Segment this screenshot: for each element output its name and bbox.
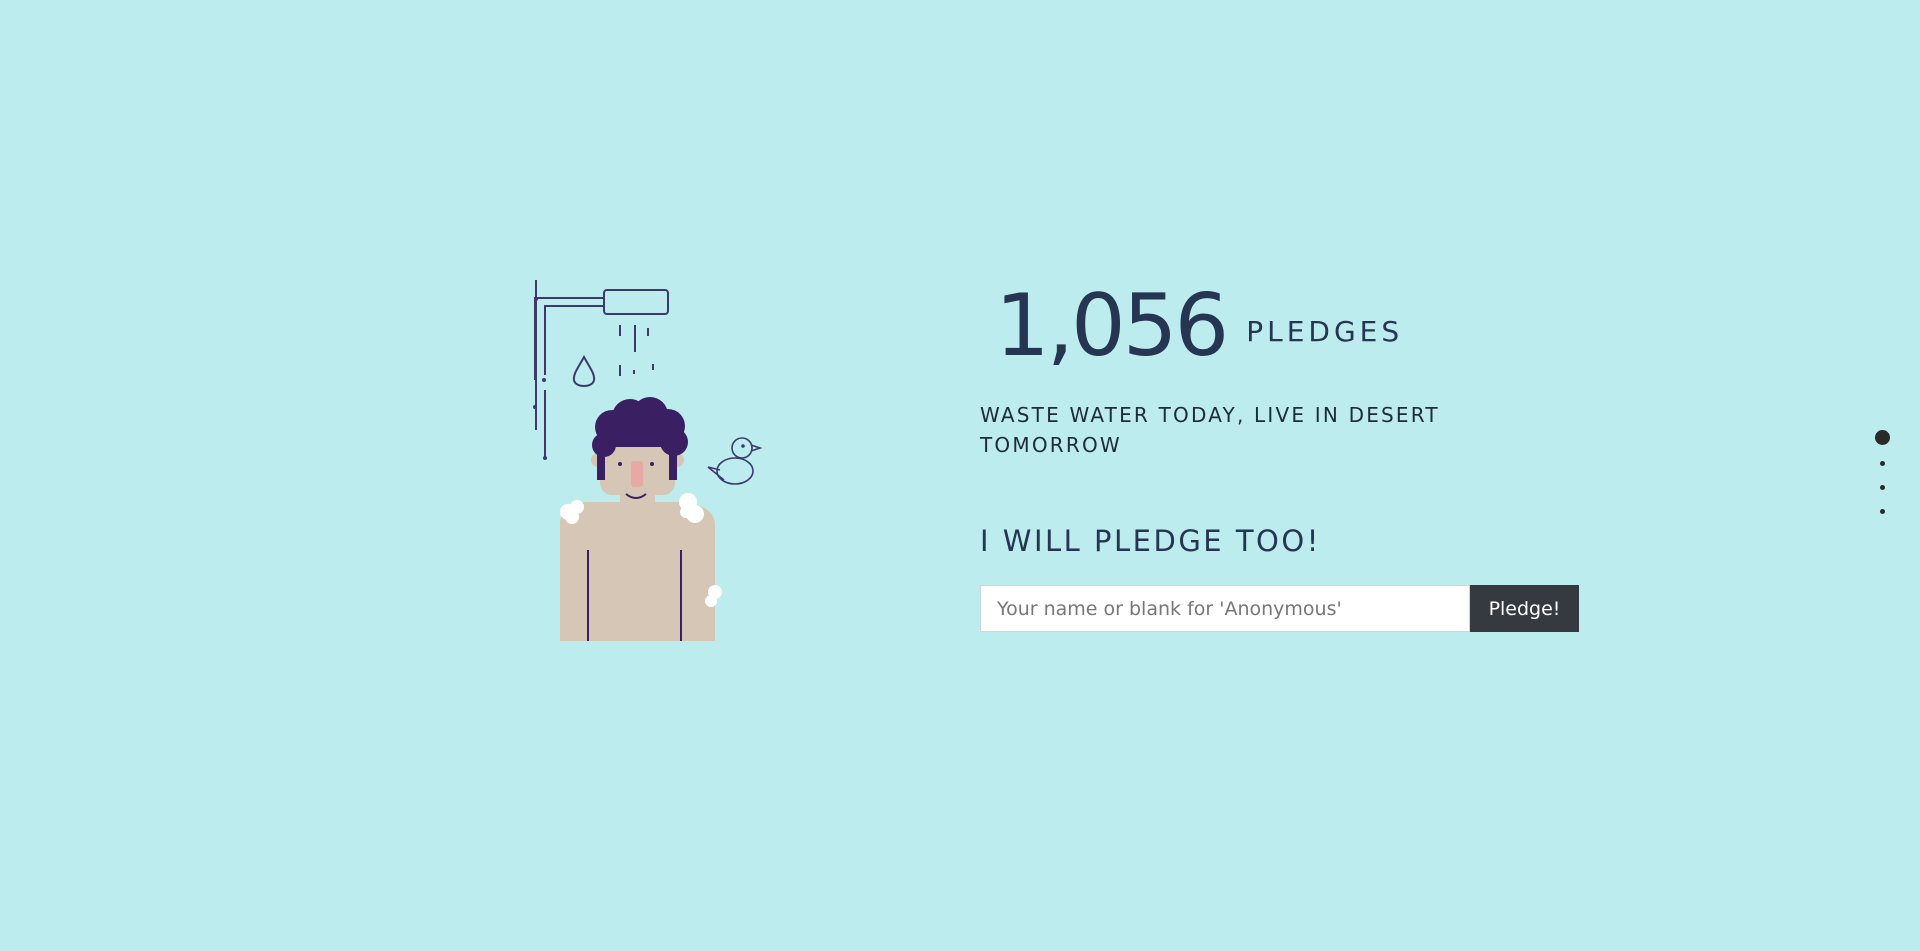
- person-showering-icon: [520, 280, 780, 645]
- section-nav: [1872, 430, 1892, 533]
- slogan: WASTE WATER TODAY, LIVE IN DESERT TOMORR…: [980, 403, 1440, 457]
- pledge-unit-label: PLEDGES: [1246, 315, 1404, 348]
- pledge-page: 1,056 PLEDGES WASTE WATER TODAY, LIVE IN…: [0, 0, 1920, 951]
- section-dot-3[interactable]: [1879, 485, 1885, 490]
- section-dot-1[interactable]: [1874, 430, 1890, 445]
- pledge-counter: 1,056 PLEDGES: [995, 283, 1403, 369]
- name-input[interactable]: [980, 585, 1470, 632]
- section-dot-2[interactable]: [1879, 461, 1885, 466]
- section-dot-4[interactable]: [1879, 509, 1885, 514]
- pledge-form: Pledge!: [980, 585, 1579, 632]
- cta-heading: I WILL PLEDGE TOO!: [980, 524, 1321, 558]
- pledge-button[interactable]: Pledge!: [1470, 585, 1579, 632]
- pledge-count: 1,056: [995, 276, 1229, 376]
